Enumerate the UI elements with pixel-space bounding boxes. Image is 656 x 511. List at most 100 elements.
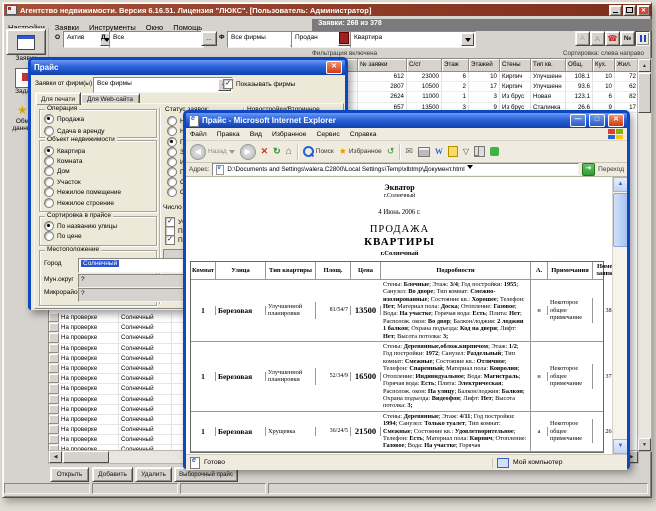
city-combo[interactable]: Солнечный [78,258,186,273]
back-button[interactable]: ◀ Назад [190,144,235,160]
browse-button[interactable]: ... [201,31,217,46]
close-icon[interactable]: ✕ [608,114,624,127]
radio-house[interactable]: Дом [44,166,70,176]
scroll-left-icon[interactable]: ◀ [49,451,62,463]
open-button[interactable]: Открыть [50,467,89,482]
row-selector[interactable] [49,425,59,434]
screen: Агентство недвижимости. Версия 6.16.51. … [0,0,656,511]
row-selector[interactable] [49,323,59,332]
scroll-up-icon[interactable]: ▲ [638,59,651,72]
notes-icon[interactable] [448,146,458,157]
doc-table: Комнат Улица Тип квартиры Площ. Цена Под… [190,261,604,453]
close-icon[interactable]: ✕ [326,61,342,74]
menu-item[interactable]: Справка [350,131,377,138]
main-window-titlebar[interactable]: Агентство недвижимости. Версия 6.16.51. … [4,4,652,16]
row-selector[interactable] [49,364,59,373]
radio-sort-street[interactable]: По названию улицы [44,221,117,231]
radio-flat[interactable]: Квартира [44,146,85,156]
print-icon[interactable] [418,147,430,157]
row-selector[interactable] [49,313,59,322]
status-filter-combo[interactable]: Актив [63,31,115,48]
pause-icon[interactable] [635,31,650,46]
scroll-thumb[interactable] [63,451,109,463]
close-icon[interactable]: ✕ [637,5,650,16]
radio-lot[interactable]: Участок [44,177,81,187]
go-icon[interactable]: ➜ [582,163,595,176]
row-selector[interactable] [49,435,59,444]
grid-header[interactable]: Кух. [593,59,615,72]
add-button[interactable]: Добавить [92,467,133,482]
grid-header[interactable]: Общ. [566,59,593,72]
address-dropdown-icon[interactable] [467,165,476,174]
grid-header[interactable]: Этаж [442,59,469,72]
row-selector[interactable] [49,384,59,393]
show-firms-checkbox[interactable]: Показывать фирмы [223,79,295,89]
go-label[interactable]: Переход [598,166,624,173]
tab-print[interactable]: Для печати [35,92,81,105]
firms-combo[interactable]: Все фирмы [93,77,233,93]
ie-titlebar[interactable]: Прайс - Microsoft Internet Explorer ― □ … [186,113,627,128]
font-increase-button[interactable]: А [590,31,605,46]
grid-header[interactable]: Жил. [615,59,639,72]
number-tool-button[interactable]: № [620,31,635,46]
grid-header[interactable]: С/ст [407,59,442,72]
radio-nonres-building[interactable]: Нежилое строение [44,198,114,208]
price-dialog-titlebar[interactable]: Прайс ✕ [31,60,345,75]
grid-header[interactable]: Тип кв. [531,59,566,72]
edit-icon[interactable]: W [435,147,443,156]
object-filter-combo[interactable]: Квартира [350,31,476,48]
home-icon[interactable]: ⌂ [286,146,292,157]
messenger-icon[interactable] [490,147,499,156]
status-cell [268,483,648,494]
scroll-thumb[interactable] [638,73,651,113]
row-selector[interactable] [49,415,59,424]
scroll-thumb[interactable] [613,193,627,247]
row-selector[interactable] [49,374,59,383]
minimize-icon[interactable]: ― [570,114,586,127]
date-filter-input[interactable]: Все [109,31,204,48]
menu-item[interactable]: Правка [217,131,240,138]
menu-item[interactable]: Вид [250,131,262,138]
micro-field[interactable]: ? [78,288,186,302]
grid-header[interactable]: Этажей [469,59,500,72]
checkbox-icon[interactable] [223,79,233,89]
radio-nonres-premise[interactable]: Нежилое помещение [44,187,121,197]
mail-icon[interactable]: ✉ [405,146,413,157]
minimize-icon[interactable] [609,5,622,16]
row-selector[interactable] [49,344,59,353]
filter-icon[interactable]: ▽ [463,147,469,156]
radio-sale[interactable]: Продажа [44,114,84,124]
restore-icon[interactable] [623,5,636,16]
radio-room[interactable]: Комната [44,156,82,166]
row-selector[interactable] [49,354,59,363]
scroll-up-icon[interactable]: ▲ [613,177,627,192]
grid-header[interactable]: Стены [500,59,531,72]
menu-item[interactable]: Файл [190,131,207,138]
address-input[interactable]: D:\Documents and Settings\valera.C2800\L… [212,163,579,176]
delete-button[interactable]: Удалить [135,467,172,482]
scroll-down-icon[interactable]: ▼ [613,439,627,454]
grid-icon[interactable] [474,146,485,157]
row-selector[interactable] [49,405,59,414]
favorites-button[interactable]: ★ Избранное [339,146,382,157]
menu-item[interactable]: Избранное [272,131,306,138]
page-icon [216,165,224,175]
maximize-icon[interactable]: □ [589,114,605,127]
row-selector[interactable] [49,395,59,404]
forward-icon[interactable]: ▶ [240,144,256,160]
refresh-icon[interactable]: ↻ [273,146,281,157]
grid-header[interactable]: № заявки [358,59,407,72]
district-field[interactable]: ? [78,274,186,288]
radio-sort-price[interactable]: По цене [44,231,82,241]
doc-vscrollbar[interactable]: ▲ ▼ [612,177,627,454]
history-icon[interactable]: ↺ [387,146,395,157]
font-decrease-button[interactable]: А [575,31,590,46]
menu-item[interactable]: Сервис [316,131,339,138]
scroll-down-icon[interactable]: ▼ [638,438,651,451]
grid-vscrollbar[interactable]: ▲ ▼ [637,58,652,452]
search-button[interactable]: Поиск [303,146,334,157]
radio-rent[interactable]: Сдача в аренду [44,126,105,136]
stop-icon[interactable]: ✕ [261,146,269,157]
row-selector[interactable] [49,333,59,342]
phone-icon[interactable]: ☎ [605,31,620,46]
